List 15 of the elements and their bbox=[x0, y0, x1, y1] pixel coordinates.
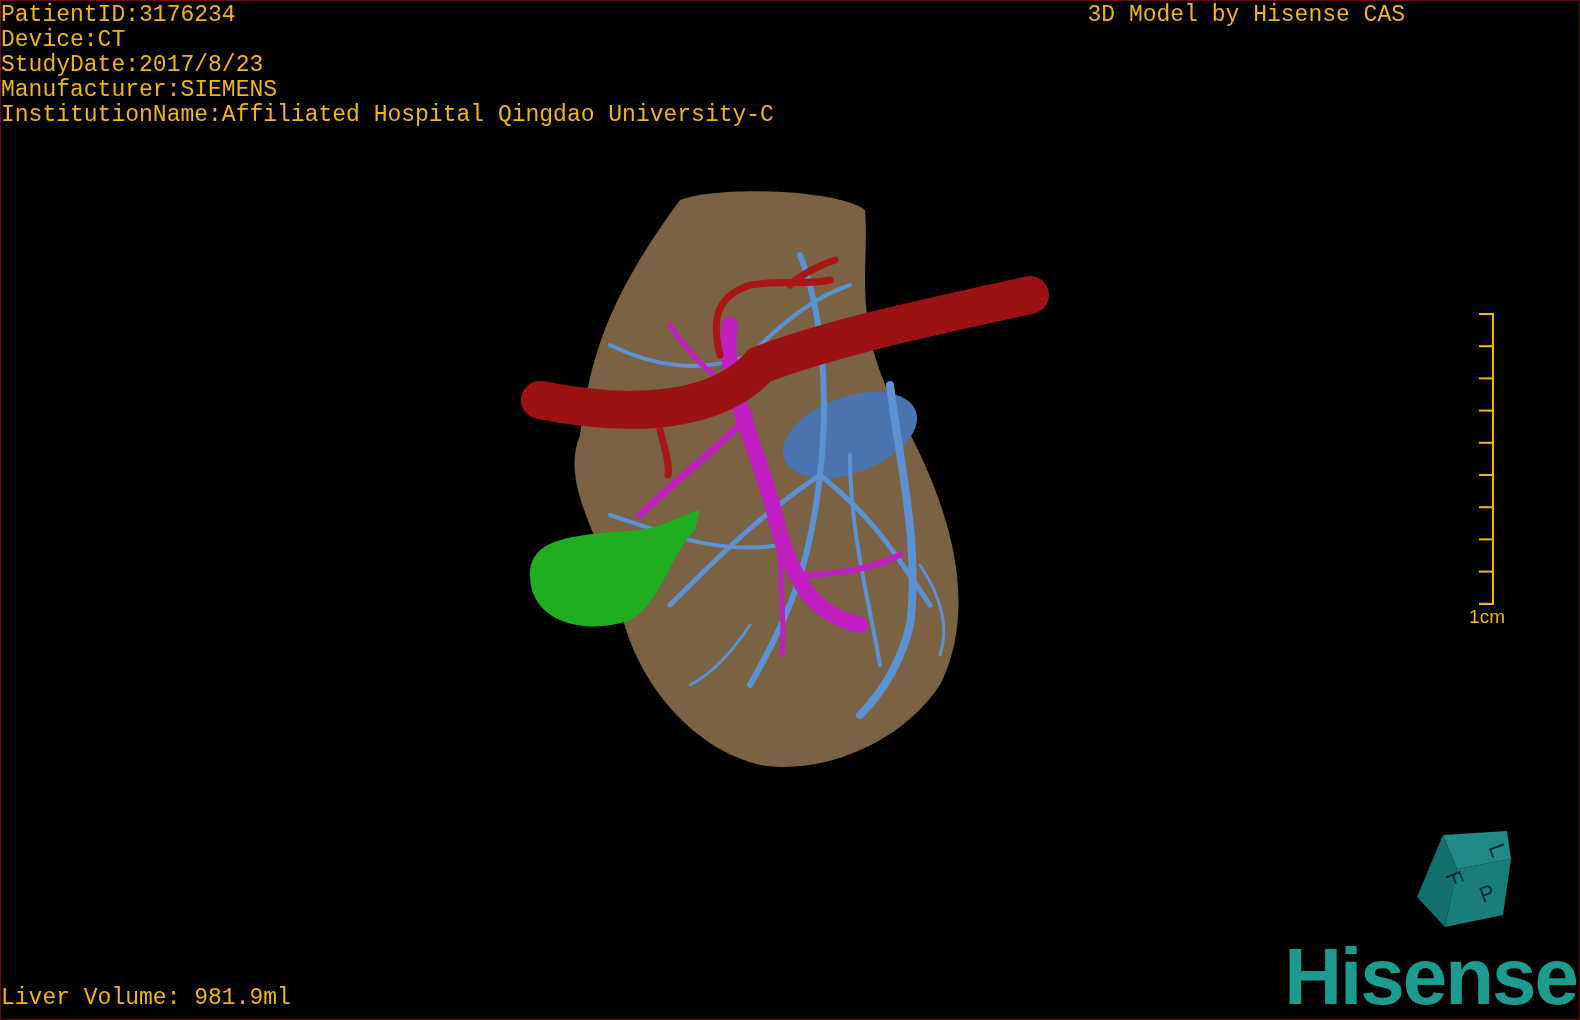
study-info-line: InstitutionName:Affiliated Hospital Qingdao University-C bbox=[1, 103, 774, 128]
orientation-label: F bbox=[1440, 867, 1469, 889]
study-info-line: Manufacturer:SIEMENS bbox=[1, 78, 279, 103]
orientation-cube-icon[interactable] bbox=[1417, 831, 1511, 927]
orientation-label: L bbox=[1483, 840, 1512, 861]
study-info-line: PatientID:3176234 bbox=[1, 3, 237, 28]
orientation-label: P bbox=[1476, 879, 1499, 908]
study-info-line: Device:CT bbox=[1, 28, 127, 53]
render-viewport[interactable]: PatientID:3176234 Device:CT StudyDate:2017/8/23 Manufacturer:SIEMENS InstitutionName:Affiliated Hospital Qingdao University-C 3D Model by Hisense CAS 1cm Liver Volume: 981.9ml F L P Hisense bbox=[0, 0, 1580, 1020]
brand-logo: Hisense bbox=[1284, 941, 1577, 1013]
liver-volume-text: Liver Volume: 981.9ml bbox=[1, 986, 291, 1011]
study-info-line: StudyDate:2017/8/23 bbox=[1, 53, 265, 78]
scale-label: 1cm bbox=[1469, 605, 1505, 628]
viewer-title: 3D Model by Hisense CAS bbox=[1087, 3, 1405, 28]
scale-bar-icon bbox=[1477, 311, 1497, 606]
